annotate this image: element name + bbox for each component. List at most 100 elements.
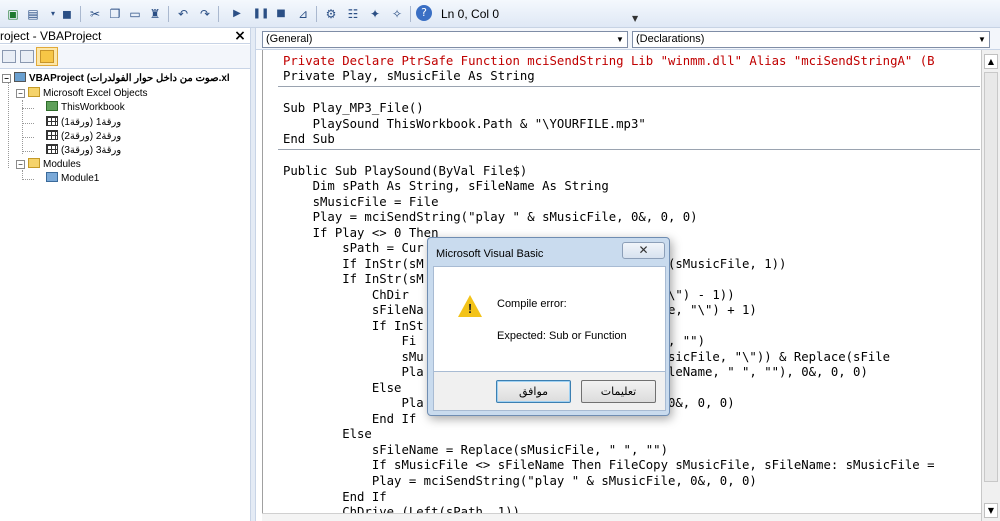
copy-icon[interactable]: ❐ [106,5,124,23]
folder-icon [28,87,40,97]
scroll-down-icon[interactable]: ▼ [984,503,998,518]
tree-item-label: ورقة2 (ورقة2) [61,131,122,142]
collapse-icon[interactable]: − [16,160,25,169]
tree-connector [22,179,34,180]
tree-connector [8,82,9,168]
code-line[interactable]: Else [283,381,402,396]
code-line[interactable]: If sMusicFile <> sFileName Then FileCopy… [283,458,935,473]
tree-item-label: Modules [43,159,81,170]
chevron-down-icon[interactable]: ▼ [975,32,989,47]
tree-item-label: ThisWorkbook [61,102,125,113]
code-line[interactable]: End If [283,490,386,505]
code-line[interactable]: Private Play, sMusicFile As String [283,69,535,84]
code-line[interactable]: Play = mciSendString("play " & sMusicFil… [283,210,698,225]
save-icon[interactable]: ◼ [58,5,76,23]
excel-icon[interactable]: ▣ [4,5,22,23]
code-line[interactable]: If InStr(sM [283,272,423,287]
folder-icon [40,50,54,63]
object-browser-icon[interactable]: ✦ [366,5,384,23]
help-button[interactable]: تعليمات [581,380,656,403]
paste-icon[interactable]: ▭ [126,5,144,23]
collapse-icon[interactable]: − [2,74,11,83]
find-icon[interactable]: ♜ [146,5,164,23]
reset-icon[interactable]: ■ [272,5,290,23]
toolbar-separator [410,6,411,22]
tree-connector [22,137,34,138]
tree-item-vbaproject[interactable]: − VBAProject (صوت من داخل حوار الفولدرات.… [2,72,230,86]
code-line[interactable]: Private Declare PtrSafe Function mciSend… [283,54,935,69]
tree-item-excel-objects[interactable]: − Microsoft Excel Objects [16,87,147,101]
project-explorer-title: roject - VBAProject [0,28,250,44]
design-mode-icon[interactable]: ⊿ [294,5,312,23]
code-line[interactable]: sMusicFile = File [283,195,439,210]
tree-item-modules[interactable]: − Modules [16,158,81,172]
redo-icon[interactable]: ↷ [196,5,214,23]
tree-item-sheet3[interactable]: ورقة3 (ورقة3) [46,144,121,158]
collapse-icon[interactable]: − [16,89,25,98]
scroll-up-icon[interactable]: ▲ [984,54,998,69]
tree-connector [22,123,34,124]
toolbar-options-arrow-icon[interactable]: ▼ [632,14,638,23]
vertical-scrollbar[interactable]: ▲ ▼ [981,50,1000,521]
error-message: Expected: Sub or Function [497,330,627,342]
code-line[interactable]: Play = mciSendString("play " & sMusicFil… [283,474,757,489]
error-title: Compile error: [497,298,567,310]
scroll-thumb[interactable] [984,72,998,482]
code-line[interactable]: If InSt [283,319,424,334]
tree-item-sheet2[interactable]: ورقة2 (ورقة2) [46,130,121,144]
view-code-icon[interactable] [2,50,16,63]
toolbar-separator [316,6,317,22]
standard-toolbar: ▣ ▤ ▾ ◼ ✂ ❐ ▭ ♜ ↶ ↷ ▶ ❚❚ ■ ⊿ ⚙ ☷ ✦ ✧ ? L… [0,0,1000,28]
chevron-down-icon[interactable]: ▼ [613,32,627,47]
toolbar-separator [168,6,169,22]
procedure-dropdown-value: (Declarations) [636,33,705,45]
code-line[interactable]: End Sub [283,132,335,147]
tree-item-module1[interactable]: Module1 [46,172,99,186]
toolbar-separator [80,6,81,22]
close-icon[interactable]: ✕ [622,242,665,259]
undo-icon[interactable]: ↶ [174,5,192,23]
toolbar-separator [218,6,219,22]
tree-item-label: Module1 [61,173,100,184]
help-icon[interactable]: ? [416,5,432,21]
code-line[interactable]: End If [283,412,416,427]
procedure-separator [278,86,980,87]
worksheet-icon [46,116,58,126]
worksheet-icon [46,130,58,140]
tree-item-label: VBAProject (صوت من داخل حوار الفولدرات.x… [29,73,230,84]
tree-item-label: ورقة3 (ورقة3) [61,145,122,156]
toolbox-icon[interactable]: ✧ [388,5,406,23]
code-line[interactable]: Sub Play_MP3_File() [283,101,424,116]
procedure-dropdown[interactable]: (Declarations) ▼ [632,31,990,48]
properties-icon[interactable]: ☷ [344,5,362,23]
code-line[interactable]: PlaySound ThisWorkbook.Path & "\YOURFILE… [283,117,646,132]
cut-icon[interactable]: ✂ [86,5,104,23]
break-icon[interactable]: ❚❚ [252,5,270,23]
tree-connector [22,151,34,152]
pane-splitter[interactable] [250,28,256,521]
code-line[interactable]: Else [283,427,372,442]
code-line[interactable]: If Play <> 0 Then [283,226,439,241]
dialog-body: ! Compile error: Expected: Sub or Functi… [433,266,666,372]
tree-item-sheet1[interactable]: ورقة1 (ورقة1) [46,116,121,130]
run-icon[interactable]: ▶ [228,5,246,23]
folder-icon [28,158,40,168]
code-line[interactable]: Dim sPath As String, sFileName As String [283,179,609,194]
code-window-header: (General) ▼ (Declarations) ▼ [256,28,1000,50]
workbook-icon [46,101,58,111]
horizontal-scrollbar[interactable] [262,513,981,521]
dialog-title: Microsoft Visual Basic [436,248,544,260]
code-line[interactable]: sFileName = Replace(sMusicFile, " ", "") [283,443,668,458]
tree-item-thisworkbook[interactable]: ThisWorkbook [46,101,125,115]
code-line[interactable]: Public Sub PlaySound(ByVal File$) [283,164,527,179]
vbaproject-icon [14,72,26,82]
insert-userform-icon[interactable]: ▤ [24,5,42,23]
object-dropdown-value: (General) [266,33,313,45]
ok-button[interactable]: موافق [496,380,571,403]
close-icon[interactable]: × [232,28,248,44]
compile-error-dialog: Microsoft Visual Basic ✕ ! Compile error… [427,237,670,416]
project-explorer-icon[interactable]: ⚙ [322,5,340,23]
object-dropdown[interactable]: (General) ▼ [262,31,628,48]
code-line[interactable]: sPath = Cur [283,241,423,256]
view-object-icon[interactable] [20,50,34,63]
